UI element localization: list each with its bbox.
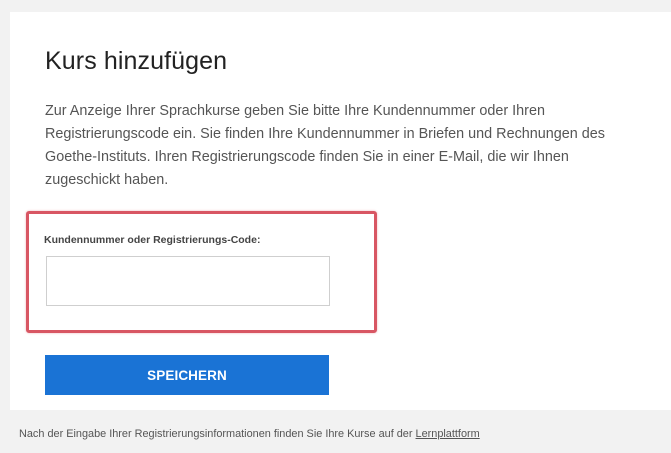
page: Kurs hinzufügen Zur Anzeige Ihrer Sprach… xyxy=(0,0,671,453)
add-course-card: Kurs hinzufügen Zur Anzeige Ihrer Sprach… xyxy=(10,12,671,410)
save-button[interactable]: SPEICHERN xyxy=(45,355,329,395)
footer-text: Nach der Eingabe Ihrer Registrierungsinf… xyxy=(19,428,416,440)
page-title: Kurs hinzufügen xyxy=(45,47,228,75)
footer-note: Nach der Eingabe Ihrer Registrierungsinf… xyxy=(19,428,480,440)
instruction-text: Zur Anzeige Ihrer Sprachkurse geben Sie … xyxy=(45,103,605,188)
customer-number-input[interactable] xyxy=(46,256,330,306)
field-label: Kundennummer oder Registrierungs-Code: xyxy=(44,234,261,246)
learning-platform-link[interactable]: Lernplattform xyxy=(416,428,480,440)
